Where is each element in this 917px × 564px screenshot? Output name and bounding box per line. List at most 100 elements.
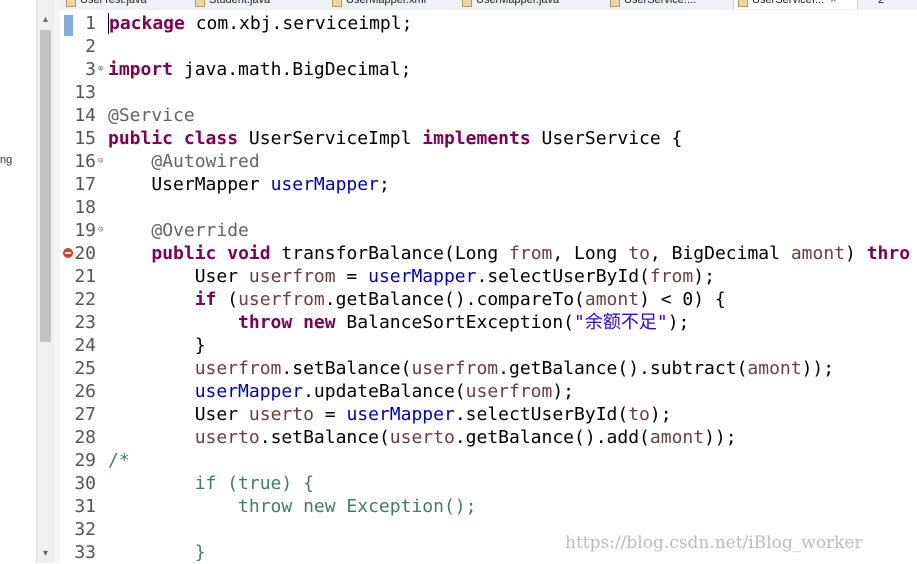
close-icon[interactable]: × bbox=[830, 0, 836, 6]
code-token: ); bbox=[693, 266, 715, 287]
code-token: class bbox=[183, 128, 239, 149]
expand-fold-icon[interactable]: ⊕ bbox=[98, 58, 108, 81]
collapse-fold-icon[interactable]: ⊖ bbox=[98, 219, 108, 242]
code-token: thro bbox=[866, 243, 911, 264]
code-text[interactable]: @Override bbox=[108, 219, 249, 242]
line-number: 24 bbox=[74, 335, 96, 356]
code-text[interactable]: } bbox=[108, 334, 206, 357]
scroll-up-arrow-icon[interactable]: ▴ bbox=[39, 14, 52, 26]
code-token: , Long bbox=[552, 243, 629, 264]
code-token: transforBalance(Long bbox=[270, 243, 510, 264]
code-text[interactable]: userto.setBalance(userto.getBalance().ad… bbox=[108, 426, 737, 449]
line-number: 22 bbox=[74, 289, 96, 310]
code-line[interactable]: 23 throw new BalanceSortException("余额不足"… bbox=[60, 311, 917, 334]
code-text[interactable]: throw new Exception(); bbox=[108, 495, 476, 518]
code-token: userfrom bbox=[248, 266, 336, 287]
code-text[interactable]: User userto = userMapper.selectUserById(… bbox=[108, 403, 672, 426]
code-line[interactable]: 13 bbox=[60, 81, 917, 104]
code-token: import bbox=[108, 59, 174, 80]
code-line[interactable]: 18 bbox=[60, 196, 917, 219]
code-line[interactable]: 2 bbox=[60, 35, 917, 58]
tab-5[interactable]: UserServiceI... × bbox=[733, 0, 858, 9]
tab-6[interactable]: 2 bbox=[860, 0, 900, 9]
code-line[interactable]: 17 UserMapper userMapper; bbox=[60, 173, 917, 196]
code-text[interactable]: /* bbox=[108, 449, 130, 472]
code-line[interactable]: 31 throw new Exception(); bbox=[60, 495, 917, 518]
code-token: ); bbox=[552, 381, 575, 402]
code-line[interactable]: 29 /* bbox=[60, 449, 917, 472]
package-explorer-panel: ng bbox=[0, 0, 36, 563]
code-line[interactable]: 22 if (userfrom.getBalance().compareTo(a… bbox=[60, 288, 917, 311]
code-line[interactable]: 21 User userfrom = userMapper.selectUser… bbox=[60, 265, 917, 288]
line-number: 17 bbox=[74, 174, 96, 195]
tab-2[interactable]: UserMapper.xml bbox=[328, 0, 455, 9]
code-token: @Autowired bbox=[151, 151, 260, 172]
code-token: amont bbox=[649, 427, 705, 448]
code-line[interactable]: 25 userfrom.setBalance(userfrom.getBalan… bbox=[60, 357, 917, 380]
code-text[interactable]: User userfrom = userMapper.selectUserByI… bbox=[108, 265, 715, 288]
code-token: implements bbox=[422, 128, 531, 149]
scrollbar-thumb[interactable] bbox=[40, 30, 51, 342]
code-line[interactable]: 28 userto.setBalance(userto.getBalance()… bbox=[60, 426, 917, 449]
code-line[interactable]: 20 public void transforBalance(Long from… bbox=[60, 242, 917, 265]
code-token: userMapper bbox=[270, 174, 379, 195]
tab-4[interactable]: UserService.... bbox=[606, 0, 730, 9]
java-file-icon bbox=[462, 0, 472, 7]
code-token: throw bbox=[238, 312, 293, 333]
line-number: 30 bbox=[74, 473, 96, 494]
code-line[interactable]: 3 ⊕ import java.math.BigDecimal; bbox=[60, 58, 917, 81]
java-file-icon bbox=[738, 0, 748, 7]
code-line[interactable]: 1 package com.xbj.serviceimpl; bbox=[60, 12, 917, 35]
line-number: 29 bbox=[74, 450, 96, 471]
scroll-down-arrow-icon[interactable]: ▾ bbox=[39, 548, 52, 560]
code-line[interactable]: 19 ⊖ @Override bbox=[60, 219, 917, 242]
line-number: 16 bbox=[74, 151, 96, 172]
java-file-icon bbox=[332, 0, 342, 7]
code-token: throw new Exception(); bbox=[108, 496, 477, 517]
code-text[interactable]: userfrom.setBalance(userfrom.getBalance(… bbox=[108, 357, 834, 380]
code-token: User bbox=[108, 404, 249, 425]
code-token: userMapper bbox=[368, 266, 477, 287]
code-token: ; bbox=[378, 174, 390, 195]
code-text[interactable]: @Service bbox=[108, 104, 195, 127]
explorer-scrollbar[interactable]: ▴ ▾ bbox=[36, 0, 54, 563]
tab-label: UserMapper.xml bbox=[346, 0, 427, 6]
collapse-fold-icon[interactable]: ⊖ bbox=[98, 150, 108, 173]
line-number: 18 bbox=[74, 197, 96, 218]
tab-0[interactable]: UserTest.java bbox=[62, 0, 188, 9]
code-token: UserServiceImpl bbox=[238, 128, 423, 149]
code-text[interactable]: throw new BalanceSortException("余额不足"); bbox=[108, 311, 689, 334]
code-text[interactable]: public class UserServiceImpl implements … bbox=[108, 127, 682, 150]
code-text[interactable]: UserMapper userMapper; bbox=[108, 173, 390, 196]
java-code-editor[interactable]: 1 package com.xbj.serviceimpl; 2 3 ⊕ import j… bbox=[60, 10, 917, 563]
code-token: com.xbj.serviceimpl; bbox=[184, 13, 413, 34]
code-line[interactable]: 27 User userto = userMapper.selectUserBy… bbox=[60, 403, 917, 426]
code-text[interactable]: @Autowired bbox=[108, 150, 260, 173]
code-text[interactable]: } bbox=[108, 541, 206, 564]
code-text[interactable]: package com.xbj.serviceimpl; bbox=[108, 12, 412, 35]
code-line[interactable]: 26 userMapper.updateBalance(userfrom); bbox=[60, 380, 917, 403]
code-token: userfrom bbox=[465, 381, 553, 402]
line-number: 2 bbox=[85, 36, 96, 57]
line-number: 21 bbox=[74, 266, 96, 287]
code-text[interactable]: import java.math.BigDecimal; bbox=[108, 58, 411, 81]
code-line[interactable]: 30 if (true) { bbox=[60, 472, 917, 495]
tab-1[interactable]: Student.java bbox=[191, 0, 325, 9]
code-line[interactable]: 15 public class UserServiceImpl implement… bbox=[60, 127, 917, 150]
code-text[interactable]: public void transforBalance(Long from, L… bbox=[108, 242, 910, 265]
code-text[interactable]: if (userfrom.getBalance().compareTo(amon… bbox=[108, 288, 726, 311]
code-token: .getBalance().add( bbox=[454, 427, 650, 448]
code-token: userto bbox=[248, 404, 314, 425]
code-line[interactable]: 16 ⊖ @Autowired bbox=[60, 150, 917, 173]
code-line[interactable]: 24 } bbox=[60, 334, 917, 357]
code-line[interactable]: 14 @Service bbox=[60, 104, 917, 127]
code-text[interactable]: if (true) { bbox=[108, 472, 314, 495]
tab-3[interactable]: UserMapper.java bbox=[458, 0, 603, 9]
code-text[interactable]: userMapper.updateBalance(userfrom); bbox=[108, 380, 574, 403]
